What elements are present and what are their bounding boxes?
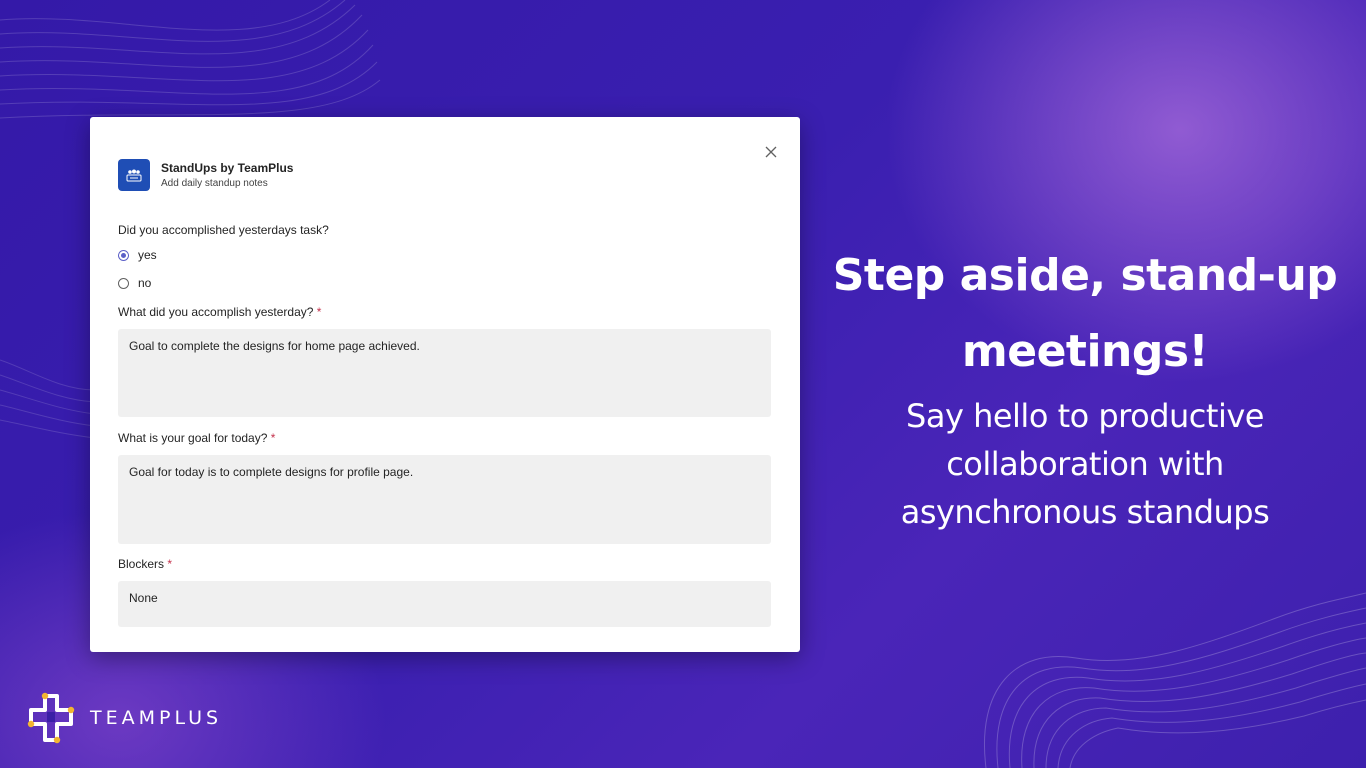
teamplus-logo-icon [27,692,75,744]
subheadline-line: asynchronous standups [900,493,1270,531]
required-mark: * [316,305,322,319]
today-textarea[interactable]: Goal for today is to complete designs fo… [118,455,771,544]
app-title: StandUps by TeamPlus [161,160,294,175]
yesterday-textarea[interactable]: Goal to complete the designs for home pa… [118,329,771,417]
subheadline-line: Say hello to productive [906,397,1264,435]
promo-subheadline: Say hello to productive collaboration wi… [820,392,1350,536]
subheadline-line: collaboration with [946,445,1224,483]
radio-option-yes[interactable]: yes [118,247,771,263]
app-subtitle: Add daily standup notes [161,177,268,189]
radio-label: no [138,276,152,290]
decorative-waves-left [0,359,95,439]
promo-headline: Step aside, stand-up meetings! [820,238,1350,390]
decorative-waves-bottom-right [984,592,1366,768]
brand: TEAMPLUS [24,690,222,746]
radio-button-checked[interactable] [118,249,129,261]
field-label-yesterday: What did you accomplish yesterday? * [118,304,771,320]
radio-button-unchecked[interactable] [118,277,129,289]
people-group-icon [126,169,142,182]
close-button[interactable] [762,143,780,161]
field-label-text: What did you accomplish yesterday? [118,305,314,319]
required-mark: * [270,431,276,445]
headline-line: meetings! [961,326,1209,377]
field-label-today: What is your goal for today? * [118,430,771,446]
standup-form: Did you accomplished yesterdays task? ye… [118,222,771,627]
app-header: StandUps by TeamPlus Add daily standup n… [118,159,293,191]
question-label: Did you accomplished yesterdays task? [118,223,329,237]
app-logo [118,159,150,191]
field-label-text: What is your goal for today? [118,431,268,445]
field-label-text: Blockers [118,557,165,571]
required-mark: * [167,557,173,571]
blockers-textarea[interactable]: None [118,581,771,627]
radio-option-no[interactable]: no [118,275,771,291]
standup-dialog: StandUps by TeamPlus Add daily standup n… [90,117,800,652]
field-label-blockers: Blockers * [118,556,771,572]
brand-name: TEAMPLUS [90,707,223,729]
close-icon [765,146,777,158]
headline-line: Step aside, stand-up [832,250,1338,301]
decorative-waves-top-left [0,0,381,119]
radio-label: yes [138,248,157,262]
